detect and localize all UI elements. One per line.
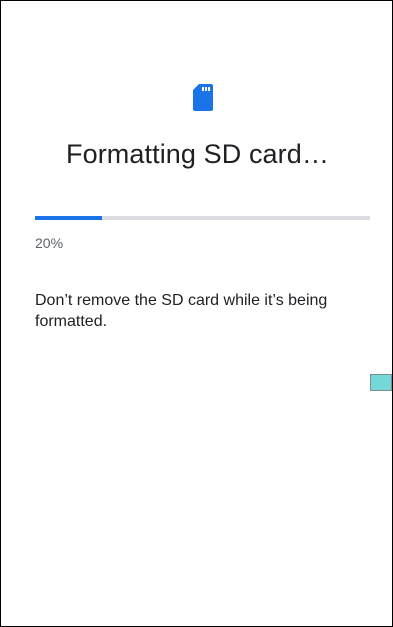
progress-bar	[35, 216, 370, 220]
progress-percent-label: 20%	[35, 235, 64, 251]
page-title: Formatting SD card…	[66, 139, 329, 169]
formatting-screen: Formatting SD card… 20% Don’t remove the…	[0, 0, 393, 627]
sd-card-icon	[193, 84, 213, 111]
progress-bar-fill	[35, 216, 102, 220]
warning-message: Don’t remove the SD card while it’s bein…	[35, 292, 328, 330]
edge-panel-handle[interactable]	[370, 374, 392, 391]
